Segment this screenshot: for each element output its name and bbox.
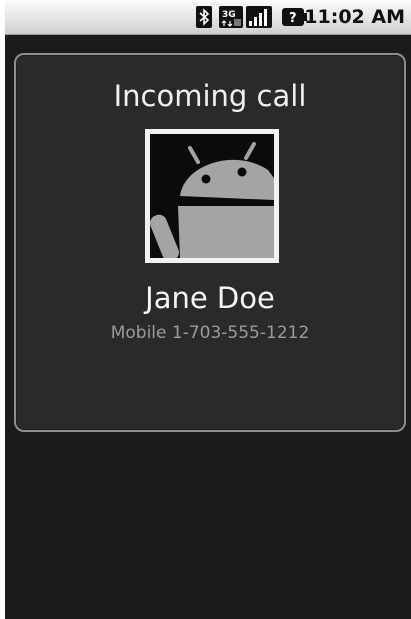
signal-strength-icon	[246, 6, 272, 28]
status-bar: 3G ? 11:02 AM	[5, 0, 411, 35]
number-type-label: Mobile	[110, 323, 167, 343]
3g-data-icon: 3G	[219, 6, 243, 28]
android-robot-icon	[150, 134, 274, 258]
svg-text:?: ?	[289, 11, 297, 26]
battery-unknown-icon: ?	[282, 8, 307, 26]
contact-photo	[145, 129, 279, 263]
caller-name: Jane Doe	[145, 281, 275, 315]
bluetooth-icon	[196, 6, 212, 28]
phone-screen: 3G ? 11:02 AM Incoming call Jane Doe Mob…	[5, 0, 411, 619]
incoming-call-card: Incoming call Jane Doe Mobile 1-703-555-…	[14, 53, 406, 432]
svg-text:3G: 3G	[222, 10, 236, 20]
caller-number-line: Mobile 1-703-555-1212	[16, 323, 404, 343]
call-state-label: Incoming call	[113, 79, 307, 113]
phone-number: 1-703-555-1212	[171, 323, 310, 343]
status-clock: 11:02 AM	[304, 6, 405, 28]
